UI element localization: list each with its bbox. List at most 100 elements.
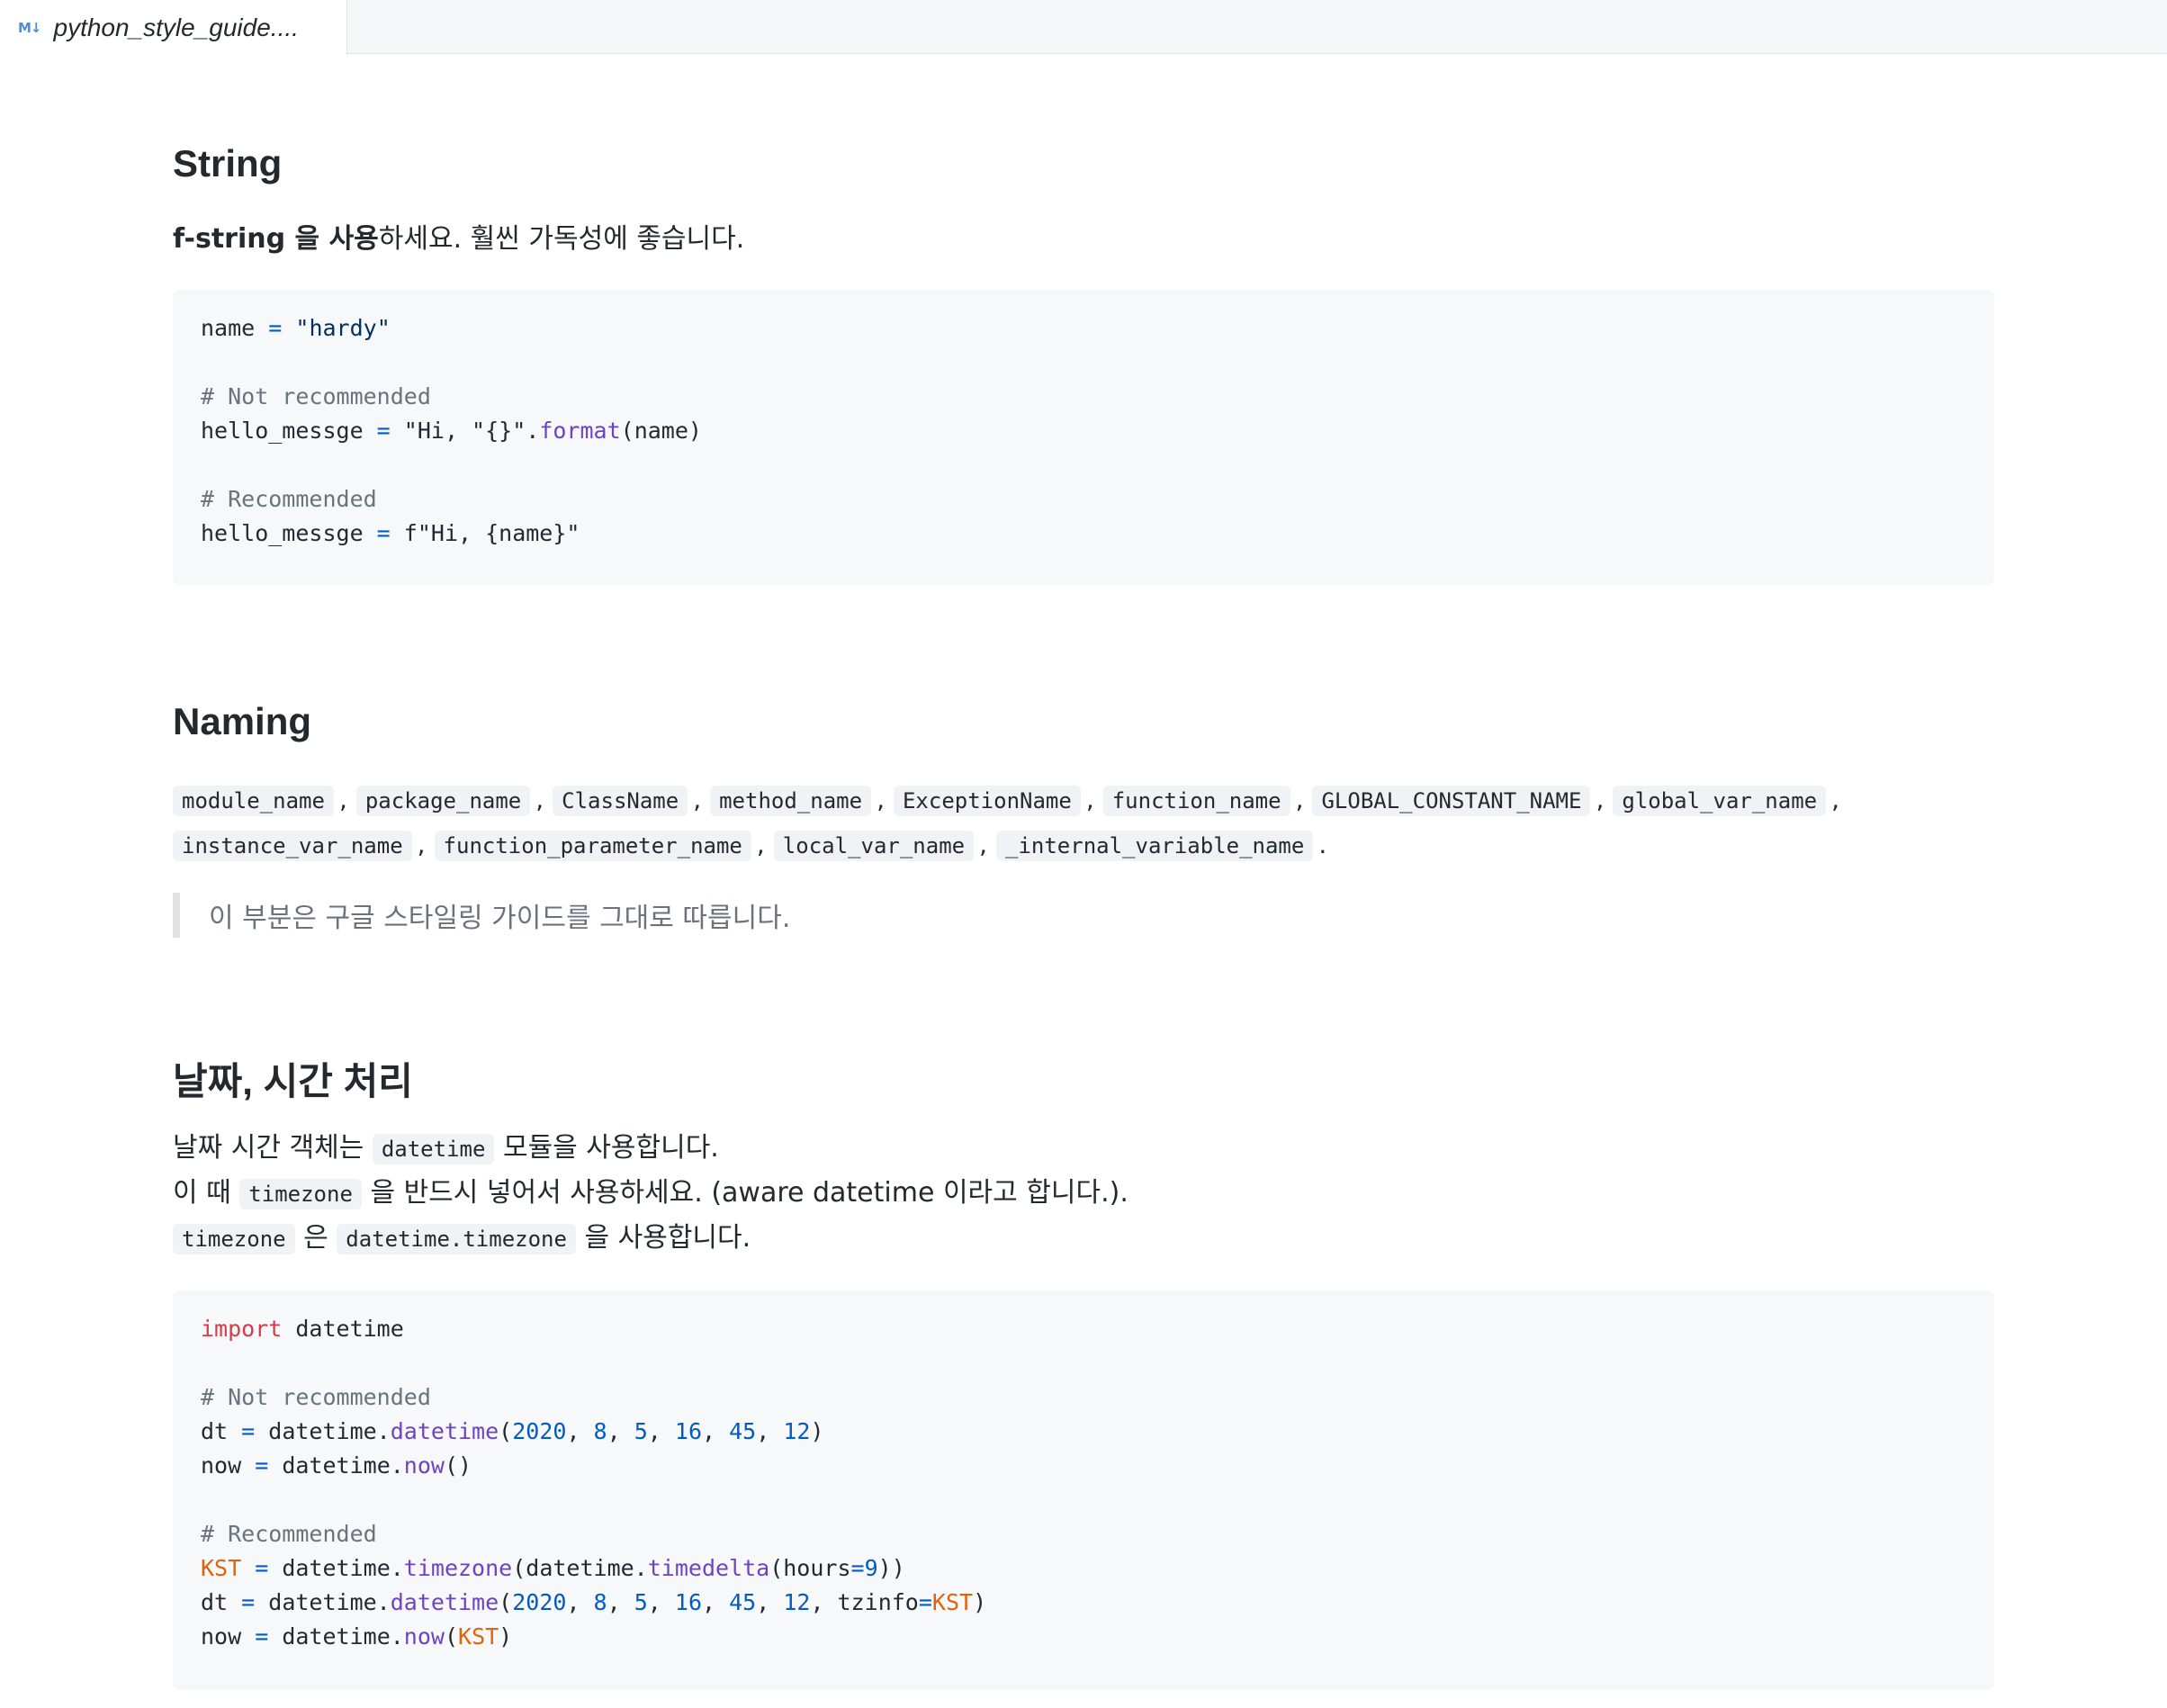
separator: ,	[1295, 785, 1304, 814]
code-token: ,	[566, 1589, 594, 1615]
string-code-line: name = "hardy"	[201, 311, 1966, 346]
datetime-line-3: timezone 은 datetime.timezone 을 사용합니다.	[173, 1216, 751, 1262]
datetime-code-line: dt = datetime.datetime(2020, 8, 5, 16, 4…	[201, 1586, 1966, 1620]
datetime-code-line: now = datetime.now()	[201, 1449, 1966, 1483]
datetime-line-1-pre: 날짜 시간 객체는	[173, 1132, 364, 1164]
code-token: ,	[756, 1418, 784, 1444]
code-token: 9	[864, 1555, 878, 1581]
code-token: )	[973, 1589, 987, 1615]
naming-list-row-1: module_name, package_name, ClassName, metho…	[173, 778, 1848, 823]
string-intro-rest: 하세요. 훨씬 가독성에 좋습니다.	[378, 223, 745, 255]
code-token: =	[376, 520, 391, 546]
code-token: name	[201, 315, 269, 341]
code-token: dt	[201, 1589, 242, 1615]
blockquote-text: 이 부분은 구글 스타일링 가이드를 그대로 따릅니다.	[209, 903, 791, 934]
code-token: 45	[729, 1418, 757, 1444]
inline-code-name: instance_var_name	[173, 831, 412, 861]
code-token: 2020	[512, 1418, 567, 1444]
code-token: hello_messge	[201, 418, 377, 444]
code-token: ,	[702, 1589, 730, 1615]
code-token: datetime	[390, 1589, 499, 1615]
inline-code-name: _internal_variable_name	[996, 831, 1314, 861]
inline-code-datetime-timezone: datetime.timezone	[337, 1224, 576, 1254]
string-heading: String	[173, 142, 283, 184]
code-token: datetime	[282, 1316, 404, 1342]
code-token: # Not recommended	[201, 383, 431, 409]
naming-blockquote: 이 부분은 구글 스타일링 가이드를 그대로 따릅니다.	[173, 893, 1994, 938]
code-token: now	[403, 1452, 445, 1479]
string-code-block: name = "hardy" # Not recommended hello_mes…	[173, 290, 1994, 585]
code-token: ,	[647, 1418, 675, 1444]
separator: ,	[877, 785, 885, 814]
separator: ,	[1831, 785, 1840, 814]
datetime-line-3-mid: 은	[303, 1222, 328, 1254]
datetime-code-line	[201, 1346, 1966, 1380]
editor-tab[interactable]: M↓ python_style_guide....	[0, 0, 347, 55]
code-token: ()	[444, 1452, 472, 1479]
datetime-line-2: 이 때 timezone 을 반드시 넣어서 사용하세요. (aware dat…	[173, 1171, 1128, 1217]
inline-code-name: package_name	[355, 786, 531, 816]
code-token: ,	[647, 1589, 675, 1615]
datetime-code-line: # Recommended	[201, 1517, 1966, 1551]
datetime-line-3-post: 을 사용합니다.	[584, 1222, 751, 1254]
datetime-code-line: # Not recommended	[201, 1380, 1966, 1415]
string-code-line: # Recommended	[201, 482, 1966, 517]
inline-code-name: function_parameter_name	[434, 831, 751, 861]
code-token: 5	[634, 1589, 648, 1615]
separator: ,	[338, 785, 347, 814]
code-token: datetime.	[268, 1623, 404, 1650]
code-token: 8	[593, 1418, 607, 1444]
code-token: ,	[607, 1418, 634, 1444]
string-code-line	[201, 346, 1966, 380]
inline-code-name: ExceptionName	[893, 786, 1081, 816]
code-token: KST	[201, 1555, 242, 1581]
code-token: =	[376, 418, 391, 444]
code-token: ,	[607, 1589, 634, 1615]
datetime-line-2-pre: 이 때	[173, 1177, 231, 1209]
code-token: .	[526, 418, 540, 444]
code-token: now	[403, 1623, 445, 1650]
code-token: datetime	[390, 1418, 499, 1444]
inline-code-datetime: datetime	[372, 1134, 495, 1164]
datetime-code-block: import datetime # Not recommended dt = dat…	[173, 1290, 1994, 1690]
code-token: ,	[566, 1418, 594, 1444]
code-token: datetime.	[255, 1589, 391, 1615]
separator: ,	[1596, 785, 1605, 814]
code-token: now	[201, 1623, 256, 1650]
tab-title: python_style_guide....	[53, 13, 299, 41]
code-token: =	[255, 1555, 269, 1581]
inline-code-timezone: timezone	[239, 1179, 362, 1209]
separator: ,	[535, 785, 544, 814]
code-token: (	[499, 1589, 513, 1615]
separator: .	[1318, 830, 1327, 859]
datetime-code-line: KST = datetime.timezone(datetime.timedel…	[201, 1551, 1966, 1586]
code-token: 2020	[512, 1589, 567, 1615]
naming-heading: Naming	[173, 700, 312, 742]
code-token: =	[850, 1555, 865, 1581]
code-token: f"Hi, {name}"	[403, 520, 580, 546]
datetime-line-1: 날짜 시간 객체는 datetime 모듈을 사용합니다.	[173, 1126, 719, 1172]
inline-code-name: method_name	[710, 786, 872, 816]
code-token: , tzinfo	[810, 1589, 919, 1615]
code-token: hello_messge	[201, 520, 377, 546]
code-token: )	[810, 1418, 824, 1444]
separator: ,	[756, 830, 765, 859]
markdown-icon: M↓	[18, 19, 41, 36]
code-token: ))	[877, 1555, 905, 1581]
inline-code-name: GLOBAL_CONSTANT_NAME	[1312, 786, 1591, 816]
string-code-line	[201, 448, 1966, 482]
code-token: =	[255, 1452, 269, 1479]
code-token: (name)	[620, 418, 702, 444]
datetime-code-line	[201, 1483, 1966, 1517]
code-token: datetime.	[255, 1418, 391, 1444]
code-token: # Recommended	[201, 1521, 377, 1547]
code-token: datetime.	[268, 1555, 404, 1581]
separator: ,	[1085, 785, 1094, 814]
datetime-line-2-post: 을 반드시 넣어서 사용하세요. (aware datetime 이라고 합니다…	[370, 1177, 1128, 1209]
code-token: =	[241, 1418, 256, 1444]
code-token: 16	[674, 1589, 702, 1615]
separator: ,	[979, 830, 987, 859]
code-token: timezone	[403, 1555, 513, 1581]
